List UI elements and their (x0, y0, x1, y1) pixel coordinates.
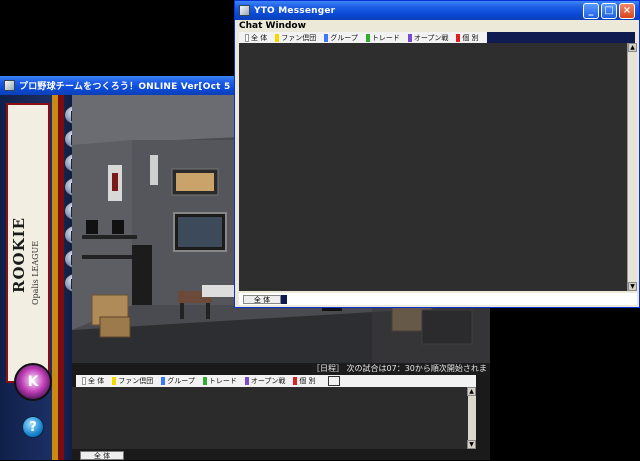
minimize-button[interactable]: _ (583, 3, 599, 19)
messenger-input-bar (239, 293, 637, 305)
messenger-chat-log[interactable] (239, 43, 627, 291)
schedule-ticker: ［日程］ 次の試合は07：30から順次開始されま (312, 363, 490, 375)
league-label: Opalis LEAGUE (31, 240, 40, 305)
game-chat-scope-select[interactable]: 全 体 (80, 451, 124, 460)
chat-window-menu[interactable]: Chat Window (239, 21, 306, 31)
tab-trade[interactable]: トレード (365, 33, 400, 43)
close-button[interactable]: × (619, 3, 635, 19)
app-icon (4, 80, 15, 91)
scroll-down-icon[interactable]: ▼ (628, 282, 637, 291)
scroll-up-icon[interactable]: ▲ (467, 387, 476, 396)
game-sidebar: ROOKIE Opalis LEAGUE K ? (0, 95, 88, 460)
messenger-app-icon (239, 5, 250, 16)
messenger-scrollbar[interactable]: ▲ ▼ (627, 43, 637, 291)
chat-window-toggle-icon[interactable] (327, 376, 340, 386)
game-chat-tabs: 全 体 ファン倶団 グループ トレード オープン戦 個 別 (76, 375, 476, 387)
tab-open-game[interactable]: オープン戦 (244, 376, 285, 386)
tab-fanclub[interactable]: ファン倶団 (275, 33, 316, 43)
game-chat-log[interactable] (72, 387, 476, 449)
messenger-menu-bar: Chat Window (239, 20, 637, 32)
messenger-title-bar[interactable]: YTO Messenger _ □ × (235, 1, 639, 20)
tab-group[interactable]: グループ (324, 33, 358, 43)
tab-fanclub[interactable]: ファン倶団 (112, 376, 153, 386)
game-chat-scrollbar[interactable]: ▲ ▼ (467, 387, 476, 449)
tab-group[interactable]: グループ (161, 376, 195, 386)
messenger-scope-select[interactable]: 全 体 (243, 295, 281, 304)
tab-open-game[interactable]: オープン戦 (407, 33, 448, 43)
messenger-title: YTO Messenger (254, 5, 336, 16)
scroll-down-icon[interactable]: ▼ (467, 440, 476, 449)
messenger-chat-tabs: 全 体 ファン倶団 グループ トレード オープン戦 個 別 (239, 32, 635, 43)
messenger-window: YTO Messenger _ □ × Chat Window 全 体 ファン倶… (234, 0, 640, 308)
chevron-right-icon[interactable] (281, 295, 287, 304)
help-icon[interactable]: ? (22, 416, 44, 438)
maximize-button[interactable]: □ (601, 3, 617, 19)
sidebar-stripe (58, 95, 64, 460)
tab-all[interactable]: 全 体 (245, 33, 267, 43)
tab-trade[interactable]: トレード (202, 376, 237, 386)
tab-private[interactable]: 個 別 (456, 33, 479, 43)
scroll-up-icon[interactable]: ▲ (628, 43, 637, 52)
tab-all[interactable]: 全 体 (82, 376, 104, 386)
tab-private[interactable]: 個 別 (293, 376, 316, 386)
team-emblem-icon[interactable]: K (14, 363, 52, 401)
tab-bar-fill (486, 32, 635, 43)
